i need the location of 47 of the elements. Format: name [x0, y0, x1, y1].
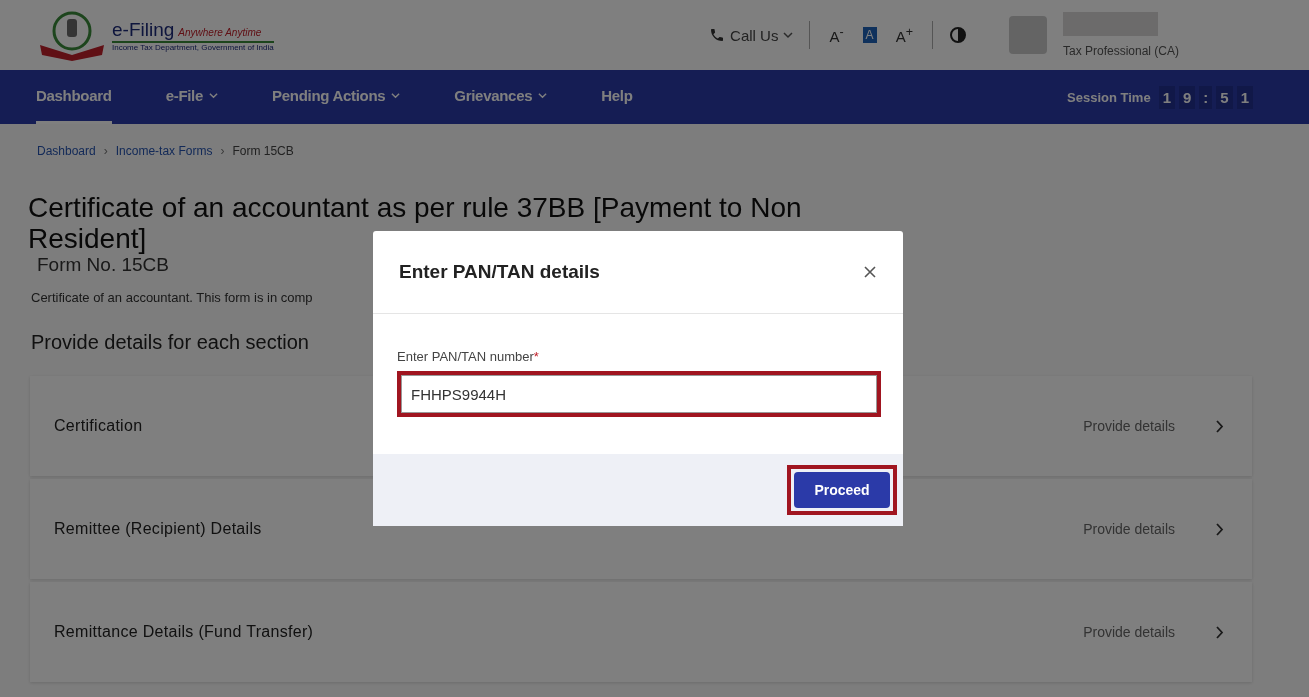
user-role: Tax Professional (CA)	[1062, 44, 1179, 58]
pan-input-field[interactable]: FHHPS9944H	[401, 375, 877, 413]
session-time-digit: :	[1199, 85, 1213, 109]
font-size-button[interactable]: A$^{-}$	[826, 25, 847, 45]
close-icon[interactable]	[864, 266, 876, 278]
contrast-icon[interactable]	[948, 26, 967, 44]
breadcrumb-current: Form 15CB	[232, 144, 294, 158]
call-us-button[interactable]: Call Us	[709, 26, 794, 44]
section-row[interactable]: Remittance Details (Fund Transfer) Provide details	[30, 582, 1252, 682]
breadcrumb-link[interactable]: Income-tax Forms	[115, 144, 213, 158]
field-label: Enter PAN/TAN number*	[397, 349, 540, 364]
provide-details-label: Provide details	[1083, 624, 1175, 640]
session-time-digit: 5	[1216, 85, 1233, 109]
nav-menu-item[interactable]: Dashboard	[36, 70, 112, 124]
chevron-right-icon	[1215, 522, 1224, 536]
provide-details-label: Provide details	[1083, 418, 1175, 434]
page-title: Certificate of an accountant as per rule 37BB [Payment to Non Resident]	[28, 192, 803, 254]
breadcrumb-separator: ›	[103, 144, 108, 158]
proceed-button[interactable]: Proceed	[794, 472, 890, 508]
logo-title: e-Filing	[112, 18, 175, 41]
provide-details-label: Provide details	[1083, 521, 1175, 537]
sections-heading: Provide details for each section	[31, 331, 310, 354]
session-time-digit: 9	[1178, 85, 1196, 109]
form-number: Form No. 15CB	[37, 254, 169, 276]
breadcrumb-link[interactable]: Dashboard	[37, 144, 96, 158]
chevron-down-icon	[783, 30, 794, 40]
session-time-digit: 1	[1158, 85, 1175, 109]
chevron-right-icon	[1215, 625, 1224, 639]
nav-menu-item[interactable]: e-File	[165, 70, 219, 124]
session-time-label: Session Time	[1067, 89, 1151, 105]
phone-icon	[709, 27, 726, 43]
nav-menu-item[interactable]: Grievances	[454, 70, 548, 124]
section-title: Certification	[54, 417, 144, 435]
dialog-title: Enter PAN/TAN details	[399, 261, 600, 283]
font-size-button[interactable]: A$^{+}$	[892, 25, 916, 45]
logo-tagline: Anywhere Anytime	[178, 26, 262, 38]
section-title: Remittee (Recipient) Details	[54, 520, 263, 538]
logo-subtitle: Income Tax Department, Government of India	[112, 42, 274, 52]
form-description: Certificate of an accountant. This form is in comp	[31, 290, 314, 305]
font-size-button[interactable]: A	[862, 27, 877, 43]
breadcrumb-separator: ›	[220, 144, 225, 158]
section-title: Remittance Details (Fund Transfer)	[54, 623, 315, 641]
chevron-right-icon	[1215, 419, 1224, 433]
avatar-placeholder	[1008, 16, 1047, 54]
session-time-digit: 1	[1236, 85, 1253, 109]
nav-menu-item[interactable]: Pending Actions	[272, 70, 401, 124]
nav-menu-item[interactable]: Help	[601, 70, 633, 124]
